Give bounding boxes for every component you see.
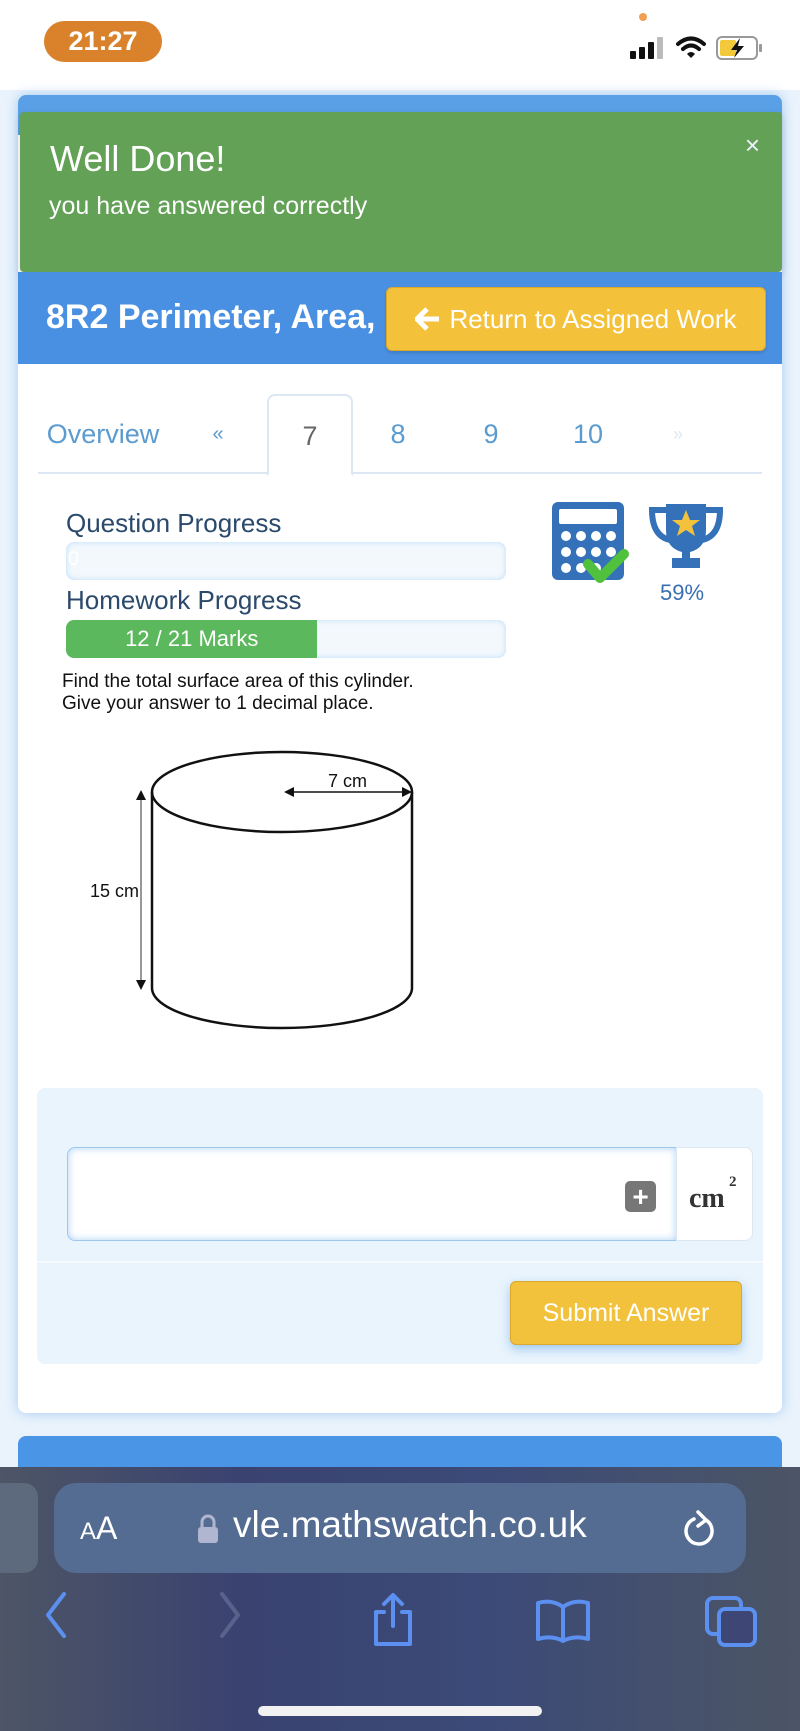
unit-power: 2 <box>729 1174 737 1190</box>
tab-9[interactable]: 9 <box>461 394 521 474</box>
alert-title: Well Done! <box>50 138 226 179</box>
share-icon[interactable] <box>370 1592 416 1648</box>
height-arrowhead-top <box>136 790 146 800</box>
question-tabs: Overview « 7 8 9 10 » <box>38 394 762 476</box>
homework-progress-bar: 12 / 21 Marks <box>66 620 506 658</box>
tab-7[interactable]: 7 <box>267 394 353 476</box>
text-size-button[interactable]: AA <box>80 1510 117 1547</box>
height-arrowhead-bottom <box>136 980 146 990</box>
trophy-icon <box>648 504 724 568</box>
tab-overview[interactable]: Overview <box>38 394 168 474</box>
previous-tab-stub[interactable] <box>0 1483 38 1573</box>
tab-prev[interactable]: « <box>198 394 238 474</box>
home-indicator <box>258 1706 542 1716</box>
success-alert: Well Done! you have answered correctly × <box>20 112 782 272</box>
privacy-indicator <box>639 13 647 21</box>
return-to-assigned-work-button[interactable]: Return to Assigned Work <box>386 287 766 351</box>
plus-square-icon[interactable]: + <box>625 1181 656 1212</box>
calculator-allowed-icon <box>552 502 629 583</box>
question-line-2: Give your answer to 1 decimal place. <box>62 693 374 714</box>
cylinder-diagram: 7 cm 15 cm <box>90 750 414 1030</box>
status-bar: 21:27 <box>0 0 800 90</box>
tabs-icon[interactable] <box>704 1595 760 1649</box>
unit-label: cm 2 <box>676 1147 753 1241</box>
question-progress-value: 0 <box>68 548 80 570</box>
tab-8[interactable]: 8 <box>368 394 428 474</box>
answer-divider <box>37 1261 763 1263</box>
submit-answer-button[interactable]: Submit Answer <box>510 1281 742 1345</box>
reload-icon[interactable] <box>680 1508 720 1552</box>
radius-label: 7 cm <box>328 771 367 791</box>
forward-icon <box>220 1592 240 1638</box>
radius-arrowhead-left <box>284 787 294 797</box>
answer-input[interactable] <box>67 1147 677 1241</box>
signal-icon <box>630 37 663 59</box>
question-progress-bar: 0 <box>66 542 506 580</box>
wifi-icon <box>676 36 706 58</box>
return-label: Return to Assigned Work <box>449 303 737 334</box>
cylinder-body <box>150 792 414 1030</box>
status-time: 21:27 <box>44 21 162 62</box>
tab-next: » <box>672 424 683 444</box>
homework-progress-label: Homework Progress <box>66 585 302 615</box>
battery-charging-icon <box>716 36 762 60</box>
url-text[interactable]: vle.mathswatch.co.uk <box>233 1504 587 1546</box>
unit-text: cm <box>689 1183 725 1214</box>
back-icon[interactable] <box>40 1590 74 1640</box>
arrow-left-icon <box>415 307 440 331</box>
question-text: Find the total surface area of this cyli… <box>62 671 414 715</box>
homework-progress-fill: 12 / 21 Marks <box>66 620 318 658</box>
close-icon[interactable]: × <box>745 130 760 161</box>
tab-10[interactable]: 10 <box>553 394 623 474</box>
status-icons <box>630 34 764 62</box>
bookmarks-icon[interactable] <box>534 1597 592 1643</box>
alert-message: you have answered correctly <box>49 192 368 220</box>
page-title: 8R2 Perimeter, Area, Volume <box>46 298 376 336</box>
question-line-1: Find the total surface area of this cyli… <box>62 671 414 692</box>
lock-icon <box>198 1514 218 1543</box>
height-label: 15 cm <box>90 881 139 901</box>
question-progress-label: Question Progress <box>66 508 282 538</box>
score-percent: 59% <box>660 580 705 605</box>
